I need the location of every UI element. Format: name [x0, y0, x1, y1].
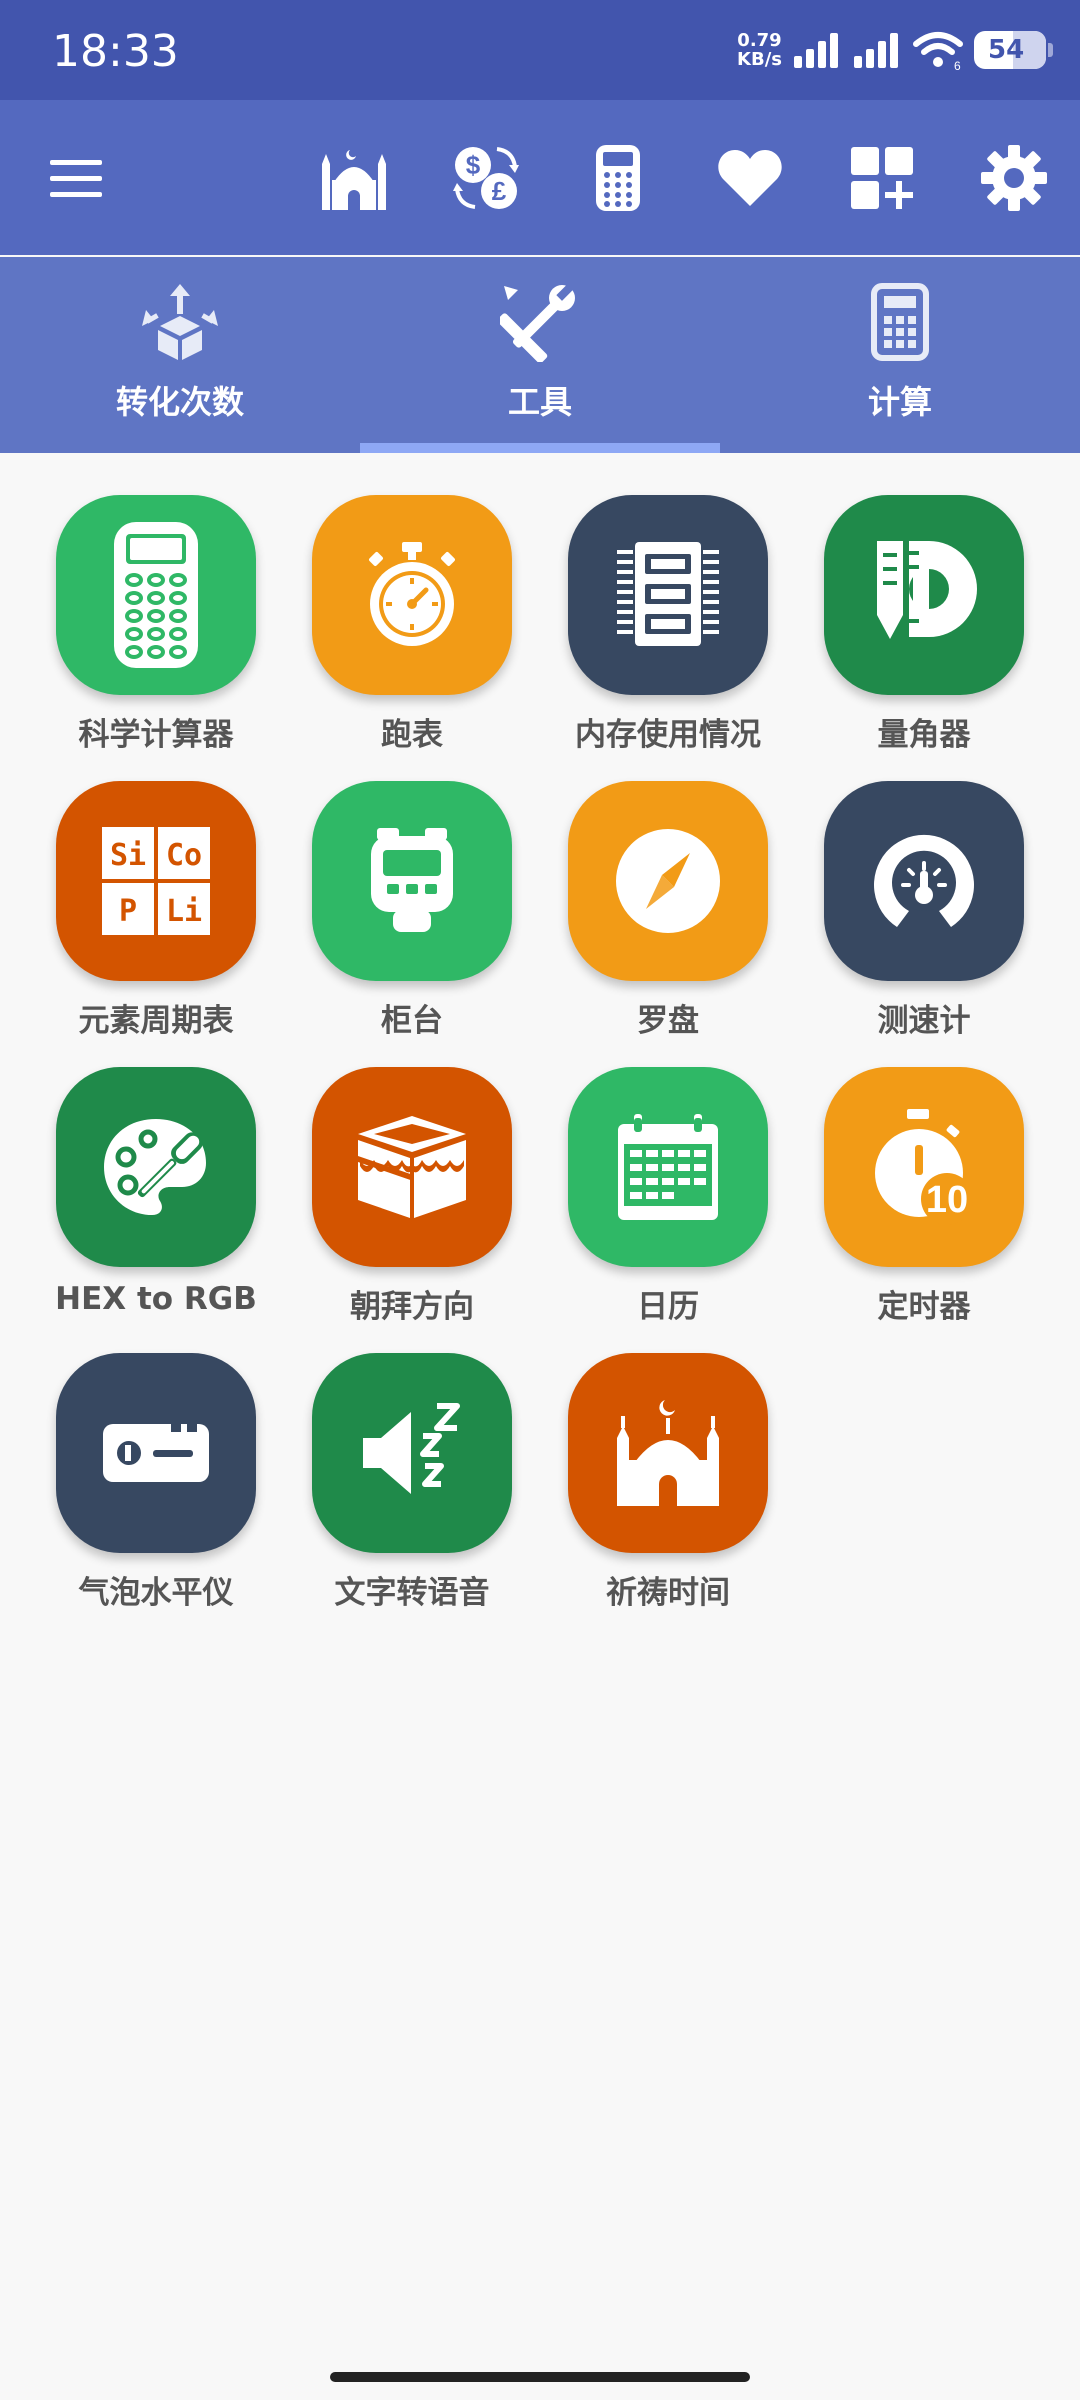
- tab-label: 转化次数: [115, 383, 244, 421]
- element-symbol: Si: [110, 838, 146, 873]
- tool-text-to-speech[interactable]: 文字转语音: [284, 1311, 540, 1611]
- tool-label: 气泡水平仪: [78, 1575, 234, 1611]
- text-to-speech-icon: [312, 1353, 512, 1553]
- battery-level: 54: [988, 35, 1025, 65]
- network-speed-unit: KB/s: [737, 49, 782, 70]
- calculator-icon: [871, 283, 929, 361]
- scientific-calculator-icon: [56, 495, 256, 695]
- tab-calculate[interactable]: 计算: [720, 257, 1080, 453]
- tool-compass[interactable]: 罗盘: [540, 739, 796, 1039]
- add-widget-icon[interactable]: [846, 142, 918, 214]
- palette-icon: [56, 1067, 256, 1267]
- prayer-time-icon: [568, 1353, 768, 1553]
- stopwatch-icon: [312, 495, 512, 695]
- settings-icon[interactable]: [978, 142, 1050, 214]
- tool-counter[interactable]: 柜台: [284, 739, 540, 1039]
- signal-icon: [794, 33, 838, 68]
- periodic-table-icon: Si Co P Li: [56, 781, 256, 981]
- tab-label: 计算: [867, 383, 932, 421]
- tool-scientific-calculator[interactable]: 科学计算器: [28, 453, 284, 753]
- tool-speedometer[interactable]: 测速计: [796, 739, 1052, 1039]
- svg-text:6: 6: [954, 59, 961, 70]
- conversion-box-icon: [142, 284, 218, 360]
- tool-label: 定时器: [877, 1289, 971, 1325]
- tab-label: 工具: [507, 383, 572, 421]
- tool-memory-usage[interactable]: 内存使用情况: [540, 453, 796, 753]
- tool-hex-to-rgb[interactable]: HEX to RGB: [28, 1025, 284, 1317]
- tool-protractor[interactable]: 量角器: [796, 453, 1052, 753]
- tool-label: 祈祷时间: [606, 1575, 730, 1611]
- selected-tab-indicator: [360, 443, 720, 453]
- svg-text:$: $: [466, 150, 481, 180]
- counter-icon: [312, 781, 512, 981]
- menu-icon[interactable]: [40, 142, 112, 214]
- memory-chip-icon: [568, 495, 768, 695]
- tool-prayer-times[interactable]: 祈祷时间: [540, 1311, 796, 1611]
- network-speed-value: 0.79: [737, 30, 782, 51]
- currency-exchange-icon[interactable]: $ £: [450, 142, 522, 214]
- bubble-level-icon: [56, 1353, 256, 1553]
- home-indicator[interactable]: [330, 2372, 750, 2382]
- calculator-icon[interactable]: [582, 142, 654, 214]
- app-toolbar: $ £: [0, 100, 1080, 255]
- heart-icon[interactable]: [714, 142, 786, 214]
- tab-bar: 转化次数 工具 计算: [0, 257, 1080, 453]
- status-bar: 18:33 0.79 KB/s 6 54: [0, 0, 1080, 100]
- timer-icon: 10: [824, 1067, 1024, 1267]
- wifi-icon: 6: [913, 32, 963, 70]
- tools-icon: [500, 283, 575, 362]
- element-symbol: P: [119, 894, 137, 929]
- calendar-icon: [568, 1067, 768, 1267]
- tool-qibla-direction[interactable]: 朝拜方向: [284, 1025, 540, 1325]
- tab-tools[interactable]: 工具: [360, 257, 720, 453]
- protractor-icon: [824, 495, 1024, 695]
- mosque-icon[interactable]: [318, 142, 390, 214]
- tool-timer[interactable]: 10 定时器: [796, 1025, 1052, 1325]
- network-speed: 0.79 KB/s: [737, 31, 782, 69]
- compass-icon: [568, 781, 768, 981]
- status-icons: 0.79 KB/s 6 54: [737, 28, 1053, 72]
- tab-conversion[interactable]: 转化次数: [0, 257, 360, 453]
- tool-bubble-level[interactable]: 气泡水平仪: [28, 1311, 284, 1611]
- signal-icon: [854, 33, 898, 68]
- tool-label: 文字转语音: [334, 1575, 490, 1611]
- tool-stopwatch[interactable]: 跑表: [284, 453, 540, 753]
- svg-text:£: £: [492, 176, 507, 206]
- tool-calendar[interactable]: 日历: [540, 1025, 796, 1325]
- element-symbol: Li: [166, 894, 202, 929]
- battery-indicator: 54: [974, 31, 1053, 69]
- status-time: 18:33: [52, 26, 179, 77]
- element-symbol: Co: [166, 838, 202, 873]
- timer-number: 10: [926, 1179, 968, 1221]
- tool-periodic-table[interactable]: Si Co P Li 元素周期表: [28, 739, 284, 1039]
- speedometer-icon: [824, 781, 1024, 981]
- kaaba-icon: [312, 1067, 512, 1267]
